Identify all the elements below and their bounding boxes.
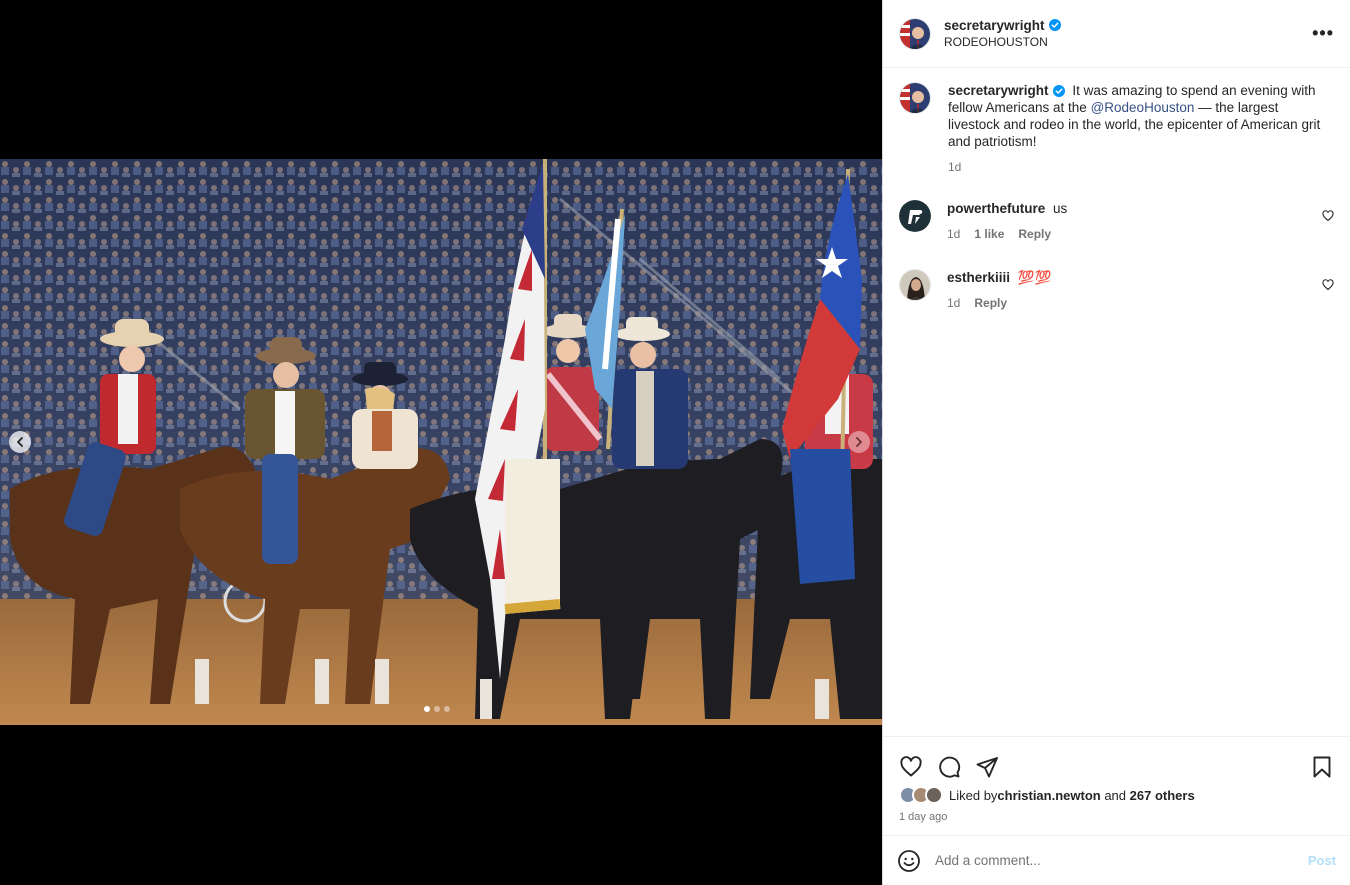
comment-timestamp[interactable]: 1d	[947, 295, 960, 312]
chevron-right-icon	[856, 437, 862, 447]
comment-username[interactable]: estherkiiii	[947, 269, 1010, 286]
carousel-next-button[interactable]	[848, 431, 870, 453]
emoji-icon[interactable]	[897, 849, 921, 873]
heart-icon	[900, 756, 922, 777]
media-viewer	[0, 0, 882, 885]
post-caption: secretarywright It was amazing to spend …	[899, 82, 1334, 176]
verified-icon	[1048, 19, 1061, 31]
share-button[interactable]	[973, 753, 1001, 781]
likes-others-link[interactable]: 267 others	[1130, 788, 1195, 803]
comment-button[interactable]	[935, 753, 963, 781]
post-timestamp[interactable]: 1 day ago	[883, 805, 1350, 823]
chevron-left-icon	[17, 437, 23, 447]
post-side-panel: secretarywright RODEOHOUSTON ••• secreta…	[882, 0, 1350, 885]
powerthefuture-avatar-image	[899, 200, 931, 232]
author-username-text[interactable]: secretarywright	[944, 17, 1045, 34]
more-options-button[interactable]: •••	[1312, 23, 1334, 44]
comment-username[interactable]: powerthefuture	[947, 200, 1045, 217]
author-avatar[interactable]	[899, 17, 931, 50]
likes-middle: and	[1100, 787, 1130, 803]
save-button[interactable]	[1308, 753, 1336, 781]
post-actions: Liked by christian.newton and 267 others…	[883, 736, 1350, 835]
like-comment-heart-icon[interactable]	[1322, 279, 1334, 291]
caption-timestamp[interactable]: 1d	[948, 159, 961, 176]
comment-composer: Post	[883, 835, 1350, 885]
post-header: secretarywright RODEOHOUSTON •••	[883, 0, 1350, 68]
comment-item: powerthefuture us 1d 1 like Reply	[899, 200, 1334, 243]
share-icon	[976, 757, 998, 778]
liker-avatar	[925, 786, 943, 804]
caption-username[interactable]: secretarywright	[948, 82, 1065, 99]
reply-button[interactable]: Reply	[1018, 226, 1051, 243]
caption-mention-link[interactable]: @RodeoHouston	[1091, 100, 1195, 115]
estherkiiii-avatar-image	[900, 270, 930, 300]
comment-icon	[939, 756, 961, 778]
comment-timestamp[interactable]: 1d	[947, 226, 960, 243]
post-photo[interactable]	[0, 159, 882, 725]
comment-input[interactable]	[935, 853, 1308, 868]
carousel-dot	[424, 706, 430, 712]
bookmark-icon	[1313, 756, 1331, 778]
author-username[interactable]: secretarywright	[944, 17, 1061, 34]
carousel-dot	[444, 706, 450, 712]
author-avatar-image	[900, 83, 930, 113]
author-avatar-image	[900, 18, 930, 49]
comment-likes-count[interactable]: 1 like	[974, 226, 1004, 243]
comment-item: estherkiiii 💯💯 1d Reply	[899, 269, 1334, 312]
liked-by-user-link[interactable]: christian.newton	[997, 788, 1100, 803]
caption-username-text[interactable]: secretarywright	[948, 82, 1049, 99]
post-comment-button[interactable]: Post	[1308, 853, 1336, 868]
post-location[interactable]: RODEOHOUSTON	[944, 34, 1061, 51]
like-comment-heart-icon[interactable]	[1322, 210, 1334, 222]
carousel-dot	[434, 706, 440, 712]
reply-button[interactable]: Reply	[974, 295, 1007, 312]
instagram-post-modal: secretarywright RODEOHOUSTON ••• secreta…	[0, 0, 1350, 885]
like-button[interactable]	[897, 753, 925, 781]
comments-section: secretarywright It was amazing to spend …	[883, 68, 1350, 737]
likes-prefix: Liked by	[949, 787, 998, 803]
liker-avatars[interactable]	[899, 786, 943, 804]
rodeo-photo	[0, 159, 882, 725]
comment-text: 💯💯	[1017, 270, 1052, 285]
commenter-avatar[interactable]	[899, 269, 931, 301]
carousel-prev-button[interactable]	[9, 431, 31, 453]
author-avatar[interactable]	[899, 82, 931, 114]
commenter-avatar[interactable]	[899, 200, 931, 232]
verified-icon	[1052, 84, 1065, 97]
likes-summary: Liked by christian.newton and 267 others	[883, 785, 1350, 805]
comment-text: us	[1053, 201, 1068, 216]
carousel-indicator	[424, 706, 450, 712]
